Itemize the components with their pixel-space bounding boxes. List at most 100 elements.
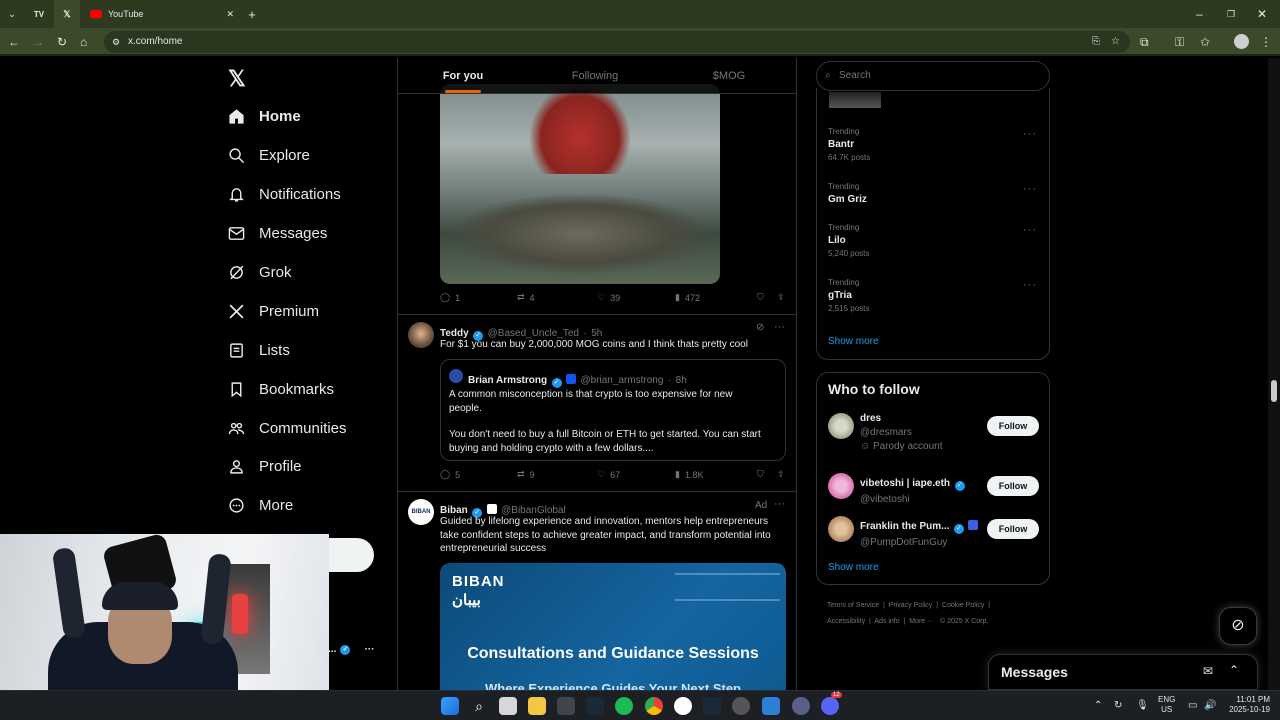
tray-chevron-icon[interactable]: ⌃ bbox=[1094, 699, 1102, 713]
follow-suggestion[interactable]: dres @dresmars ☺ Parody account bbox=[860, 413, 943, 452]
follow-suggestion[interactable]: Franklin the Pum... ✓ @PumpDotFunGuy bbox=[860, 516, 979, 548]
app-icon-4[interactable] bbox=[792, 697, 810, 715]
discord-icon[interactable]: 12 bbox=[821, 692, 842, 715]
reply-button[interactable]: ◯ 5 bbox=[440, 469, 517, 480]
grok-icon[interactable]: ⊘ bbox=[756, 322, 764, 333]
steam-icon-2[interactable] bbox=[703, 697, 721, 715]
sidebar-item-home[interactable]: Home bbox=[228, 102, 301, 130]
avatar[interactable] bbox=[828, 473, 854, 499]
more-icon[interactable]: ··· bbox=[1023, 183, 1037, 195]
sidebar-item-grok[interactable]: Grok bbox=[228, 258, 292, 286]
share-button[interactable]: ⇪ bbox=[777, 469, 785, 480]
bookmark-button[interactable]: ⛉ bbox=[757, 469, 777, 480]
new-message-icon[interactable]: ✉ bbox=[1203, 664, 1213, 678]
like-button[interactable]: ♡ 39 bbox=[597, 292, 675, 303]
footer-link[interactable]: Cookie Policy bbox=[942, 602, 984, 609]
avatar[interactable] bbox=[408, 322, 434, 348]
sidebar-item-lists[interactable]: Lists bbox=[228, 336, 290, 364]
favorites-icon[interactable]: ✩ bbox=[1200, 35, 1210, 49]
share-button[interactable]: ⇪ bbox=[777, 292, 785, 303]
file-explorer-icon[interactable] bbox=[528, 697, 546, 715]
footer-link[interactable]: More ··· bbox=[909, 618, 934, 625]
x-logo-icon[interactable]: 𝕏 bbox=[228, 66, 246, 92]
reload-icon[interactable]: ↻ bbox=[57, 35, 67, 49]
grok-fab[interactable]: ⊘ bbox=[1219, 607, 1257, 645]
app-icon[interactable] bbox=[557, 697, 575, 715]
repost-button[interactable]: ⇄ 9 bbox=[517, 469, 597, 480]
tab-for-you[interactable]: For you bbox=[398, 58, 528, 93]
follow-button[interactable]: Follow bbox=[987, 519, 1039, 539]
photos-icon[interactable] bbox=[762, 697, 780, 715]
windows-start-icon[interactable] bbox=[441, 697, 459, 715]
steam-icon[interactable] bbox=[586, 697, 604, 715]
views-button[interactable]: ▮ 472 bbox=[675, 292, 757, 303]
close-icon[interactable]: ✕ bbox=[226, 9, 234, 20]
restore-icon[interactable]: ❐ bbox=[1227, 7, 1235, 21]
post-media-image[interactable] bbox=[440, 84, 720, 284]
sidebar-item-profile[interactable]: Profile bbox=[228, 452, 302, 480]
network-icon[interactable]: ▭ bbox=[1188, 699, 1197, 713]
minimize-icon[interactable]: – bbox=[1196, 7, 1203, 21]
expand-icon[interactable]: ⌃ bbox=[1229, 663, 1239, 677]
follow-button[interactable]: Follow bbox=[987, 416, 1039, 436]
sidebar-item-bookmarks[interactable]: Bookmarks bbox=[228, 375, 334, 403]
show-more-link[interactable]: Show more bbox=[828, 336, 879, 347]
language-indicator[interactable]: ENG US bbox=[1158, 695, 1175, 715]
footer-link[interactable]: Accessibility bbox=[827, 618, 865, 625]
volume-icon[interactable]: 🔊 bbox=[1204, 699, 1216, 713]
quoted-post[interactable]: Brian Armstrong ✓ @brian_armstrong · 8h … bbox=[440, 359, 786, 461]
more-icon[interactable]: ··· bbox=[774, 321, 785, 333]
search-input[interactable]: ⌕ Search bbox=[816, 61, 1050, 91]
bookmark-star-icon[interactable]: ☆ bbox=[1111, 31, 1120, 53]
site-info-icon[interactable]: ⚙ bbox=[112, 31, 120, 53]
avatar[interactable] bbox=[828, 413, 854, 439]
clock[interactable]: 11:01 PM 2025-10-19 bbox=[1222, 695, 1270, 715]
views-button[interactable]: ▮ 1.8K bbox=[675, 469, 757, 480]
like-button[interactable]: ♡ 67 bbox=[597, 469, 675, 480]
sidebar-item-messages[interactable]: Messages bbox=[228, 219, 327, 247]
microphone-icon[interactable]: 🎙 bbox=[1136, 699, 1149, 713]
footer-link[interactable]: Ads info bbox=[874, 618, 899, 625]
follow-suggestion[interactable]: vibetoshi | iape.eth ✓ @vibetoshi bbox=[860, 473, 965, 505]
task-view-icon[interactable] bbox=[499, 697, 517, 715]
chrome-icon[interactable] bbox=[645, 697, 663, 715]
avatar[interactable]: BIBAN bbox=[408, 499, 434, 525]
app-icon-3[interactable] bbox=[732, 697, 750, 715]
profile-avatar[interactable] bbox=[1234, 34, 1249, 49]
tab-youtube[interactable]: YouTube ✕ bbox=[80, 0, 240, 28]
sidebar-item-explore[interactable]: Explore bbox=[228, 141, 310, 169]
repost-button[interactable]: ⇄ 4 bbox=[517, 292, 597, 303]
sidebar-item-notifications[interactable]: Notifications bbox=[228, 180, 341, 208]
trend-item[interactable]: Trending gTria 2,515 posts bbox=[828, 278, 869, 313]
ad-card-image[interactable]: BIBAN بيبان Consultations and Guidance S… bbox=[440, 563, 786, 690]
more-icon[interactable]: ··· bbox=[1023, 224, 1037, 236]
more-icon[interactable]: ··· bbox=[774, 498, 785, 510]
account-switcher[interactable]: g... ✓ ··· bbox=[322, 644, 374, 655]
tab-search-button[interactable]: ⌄ bbox=[0, 0, 24, 28]
trend-item[interactable]: Trending Gm Griz bbox=[828, 182, 867, 205]
avatar[interactable] bbox=[828, 516, 854, 542]
password-icon[interactable]: ⚿ bbox=[1175, 35, 1184, 49]
install-icon[interactable]: ⎘ bbox=[1092, 31, 1100, 53]
footer-link[interactable]: Terms of Service bbox=[827, 602, 879, 609]
trend-item[interactable]: Trending Bantr 64.7K posts bbox=[828, 127, 870, 162]
more-icon[interactable]: ··· bbox=[1023, 128, 1037, 140]
sidebar-item-communities[interactable]: Communities bbox=[228, 414, 347, 442]
reply-button[interactable]: ◯ 1 bbox=[440, 292, 517, 303]
spotify-icon[interactable] bbox=[615, 697, 633, 715]
scrollbar-thumb[interactable] bbox=[1271, 380, 1277, 402]
url-field[interactable]: ⚙ x.com/home ⎘ ☆ bbox=[104, 31, 1130, 53]
tab-mog[interactable]: $MOG bbox=[662, 58, 796, 93]
more-icon[interactable]: ··· bbox=[1023, 279, 1037, 291]
tab-following[interactable]: Following bbox=[528, 58, 662, 93]
extensions-icon[interactable]: ⧉ bbox=[1140, 35, 1149, 49]
forward-icon[interactable]: → bbox=[32, 35, 44, 49]
follow-button[interactable]: Follow bbox=[987, 476, 1039, 496]
new-tab-button[interactable]: + bbox=[240, 0, 264, 28]
bookmark-button[interactable]: ⛉ bbox=[757, 292, 777, 303]
scrollbar[interactable] bbox=[1268, 58, 1280, 690]
menu-icon[interactable]: ⋮ bbox=[1260, 35, 1272, 49]
tab-x[interactable]: 𝕏 bbox=[54, 0, 80, 28]
back-icon[interactable]: ← bbox=[8, 35, 20, 49]
tray-app-icon[interactable]: ↻ bbox=[1114, 699, 1122, 713]
